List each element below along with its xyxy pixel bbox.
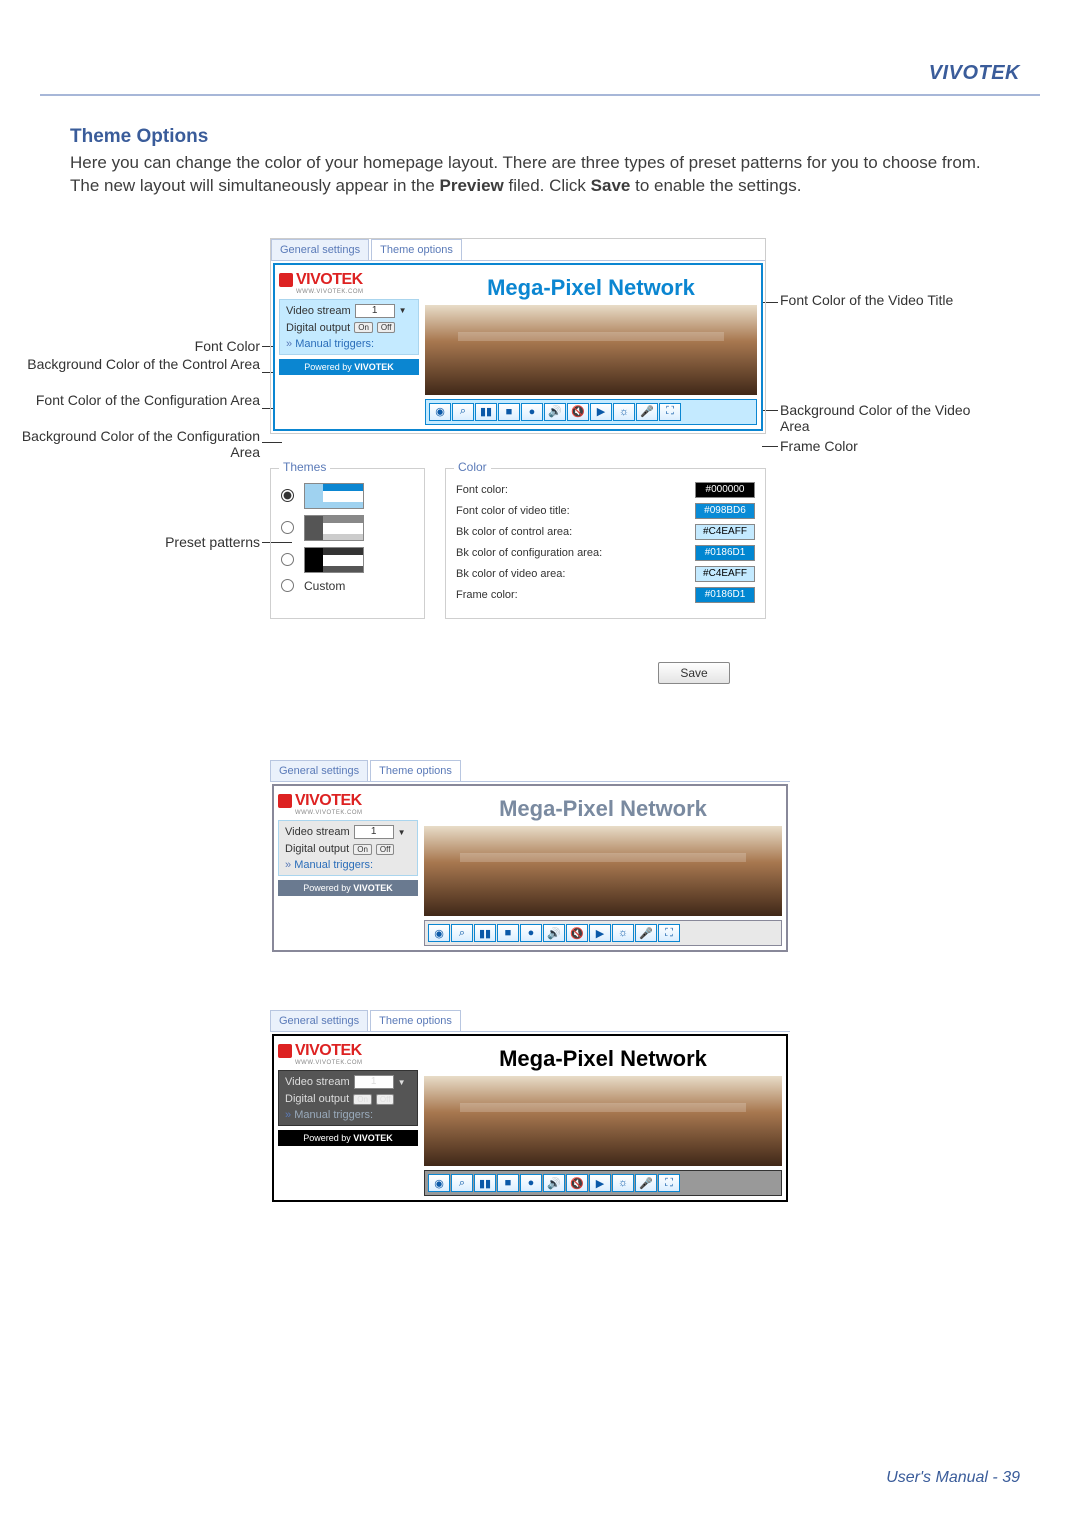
theme-preset-3[interactable] [281, 547, 414, 573]
color-row: Font color of video title: #098BD6 [456, 503, 755, 519]
themes-legend: Themes [279, 460, 330, 474]
save-button[interactable]: Save [658, 662, 730, 684]
video-toolbar: ◉ ⌕ ▮▮ ■ ● 🔊 🔇 ▶ ☼ 🎤 ⛶ [425, 399, 757, 425]
pause-icon[interactable]: ▮▮ [475, 403, 497, 421]
theme-preset-1[interactable] [281, 483, 414, 509]
themes-fieldset: Themes Custom [270, 468, 425, 619]
tab-general-settings-3[interactable]: General settings [270, 1010, 368, 1031]
mic-icon[interactable]: 🎤 [636, 403, 658, 421]
color-label: Bk color of configuration area: [456, 547, 602, 559]
preview-3: General settings Theme options VIVOTEK W… [270, 1010, 790, 1204]
color-swatch[interactable]: #000000 [695, 482, 755, 498]
digital-output-label: Digital output [286, 322, 350, 334]
callout-bg-video: Background Color of the Video Area [780, 402, 990, 434]
volume-icon[interactable]: 🔊 [544, 403, 566, 421]
video-stream-label: Video stream [286, 305, 351, 317]
stop-icon[interactable]: ■ [498, 403, 520, 421]
playfwd-icon[interactable]: ▶ [590, 403, 612, 421]
color-label: Frame color: [456, 589, 518, 601]
theme-custom[interactable]: Custom [281, 579, 414, 593]
digital-output-off[interactable]: Off [377, 322, 396, 333]
color-row: Frame color: #0186D1 [456, 587, 755, 603]
tab-theme-options-3[interactable]: Theme options [370, 1010, 461, 1031]
brand-header: VIVOTEK [929, 62, 1020, 85]
record-icon[interactable]: ● [521, 403, 543, 421]
callout-font-color: Font Color [20, 338, 260, 354]
logo: VIVOTEK [279, 269, 419, 291]
color-label: Font color: [456, 484, 508, 496]
color-swatch[interactable]: #C4EAFF [695, 524, 755, 540]
callout-preset: Preset patterns [20, 534, 260, 550]
color-label: Bk color of control area: [456, 526, 572, 538]
color-fieldset: Color Font color:#000000Font color of vi… [445, 468, 766, 619]
tab-general-settings[interactable]: General settings [271, 239, 369, 260]
control-panel: Video stream 1 ▼ Digital output On Off M… [279, 299, 419, 355]
powered-by: Powered by VIVOTEK [279, 359, 419, 375]
color-label: Bk color of video area: [456, 568, 565, 580]
tab-general-settings-2[interactable]: General settings [270, 760, 368, 781]
color-swatch[interactable]: #098BD6 [695, 503, 755, 519]
color-legend: Color [454, 460, 491, 474]
video-stream-select[interactable]: 1 [355, 304, 395, 318]
callout-bg-control: Background Color of the Control Area [20, 356, 260, 372]
preview-1: General settings Theme options VIVOTEK W… [270, 238, 766, 434]
zoom-icon[interactable]: ⌕ [452, 403, 474, 421]
section-title: Theme Options [70, 126, 1010, 148]
intro-paragraph: Here you can change the color of your ho… [70, 152, 1010, 198]
video-title: Mega-Pixel Network [425, 269, 757, 305]
color-row: Bk color of control area: #C4EAFF [456, 524, 755, 540]
digital-output-on[interactable]: On [354, 322, 373, 333]
color-swatch[interactable]: #0186D1 [695, 587, 755, 603]
divider [40, 94, 1040, 96]
logo-icon [279, 273, 293, 287]
color-swatch[interactable]: #0186D1 [695, 545, 755, 561]
brightness-icon[interactable]: ☼ [613, 403, 635, 421]
mute-icon[interactable]: 🔇 [567, 403, 589, 421]
callout-font-title: Font Color of the Video Title [780, 292, 980, 308]
tab-theme-options[interactable]: Theme options [371, 239, 462, 260]
page-footer: User's Manual - 39 [886, 1469, 1020, 1487]
logo-subtext: WWW.VIVOTEK.COM [296, 289, 419, 295]
callout-frame-color: Frame Color [780, 438, 980, 454]
theme-preset-2[interactable] [281, 515, 414, 541]
camera-icon[interactable]: ◉ [429, 403, 451, 421]
callout-bg-config: Background Color of the Configuration Ar… [20, 428, 260, 460]
callout-font-config: Font Color of the Configuration Area [20, 392, 260, 408]
manual-triggers-link[interactable]: Manual triggers: [286, 338, 412, 350]
color-label: Font color of video title: [456, 505, 570, 517]
fullscreen-icon[interactable]: ⛶ [659, 403, 681, 421]
color-row: Font color: #000000 [456, 482, 755, 498]
logo-text: VIVOTEK [296, 271, 363, 289]
preview-2: General settings Theme options VIVOTEK W… [270, 760, 790, 954]
color-row: Bk color of configuration area: #0186D1 [456, 545, 755, 561]
color-row: Bk color of video area: #C4EAFF [456, 566, 755, 582]
video-area [425, 305, 757, 395]
tab-theme-options-2[interactable]: Theme options [370, 760, 461, 781]
color-swatch[interactable]: #C4EAFF [695, 566, 755, 582]
